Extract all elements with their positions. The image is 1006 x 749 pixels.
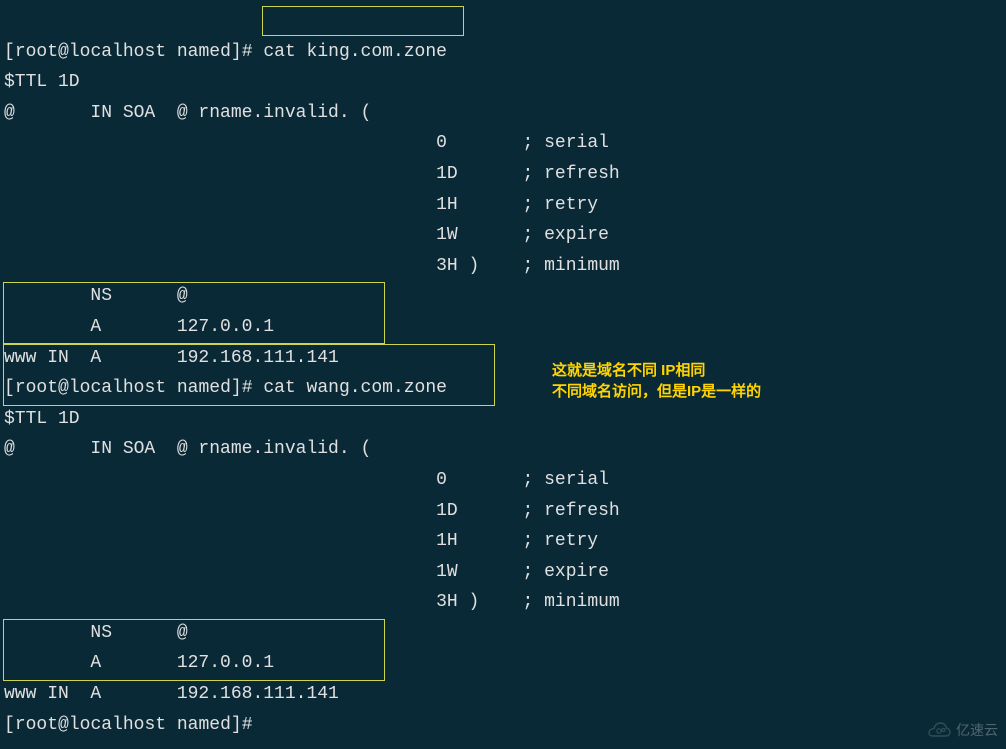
- zone2-param-serial: 0 ; serial: [4, 470, 609, 490]
- zone2-param-refresh: 1D ; refresh: [4, 501, 620, 521]
- zone2-ttl: $TTL 1D: [4, 409, 80, 429]
- watermark: 亿速云: [926, 719, 998, 743]
- zone2-param-minimum: 3H ) ; minimum: [4, 592, 620, 612]
- zone2-param-expire: 1W ; expire: [4, 562, 609, 582]
- zone2-a-www: www IN A 192.168.111.141: [4, 684, 339, 704]
- terminal[interactable]: [root@localhost named]# cat king.com.zon…: [0, 0, 1006, 746]
- zone1-param-minimum: 3H ) ; minimum: [4, 256, 620, 276]
- command-2: cat wang.com.zone: [263, 378, 447, 398]
- zone2-soa: @ IN SOA @ rname.invalid. (: [4, 439, 371, 459]
- zone1-param-expire: 1W ; expire: [4, 225, 609, 245]
- zone1-soa: @ IN SOA @ rname.invalid. (: [4, 103, 371, 123]
- zone1-ttl: $TTL 1D: [4, 72, 80, 92]
- zone1-param-retry: 1H ; retry: [4, 195, 598, 215]
- zone1-a-localhost: A 127.0.0.1: [4, 317, 274, 337]
- annotation-text: 这就是域名不同 IP相同 不同域名访问，但是IP是一样的: [552, 360, 761, 402]
- prompt-line-3: [root@localhost named]#: [4, 715, 263, 735]
- zone1-param-refresh: 1D ; refresh: [4, 164, 620, 184]
- zone2-a-localhost: A 127.0.0.1: [4, 653, 274, 673]
- command-1: cat king.com.zone: [263, 42, 447, 62]
- prompt-line-2: [root@localhost named]# cat wang.com.zon…: [4, 378, 447, 398]
- zone2-param-retry: 1H ; retry: [4, 531, 598, 551]
- zone1-param-serial: 0 ; serial: [4, 133, 609, 153]
- prompt-line-1: [root@localhost named]# cat king.com.zon…: [4, 42, 447, 62]
- zone1-a-www: www IN A 192.168.111.141: [4, 348, 339, 368]
- cloud-icon: [926, 722, 952, 740]
- zone2-ns: NS @: [4, 623, 188, 643]
- zone1-ns: NS @: [4, 286, 188, 306]
